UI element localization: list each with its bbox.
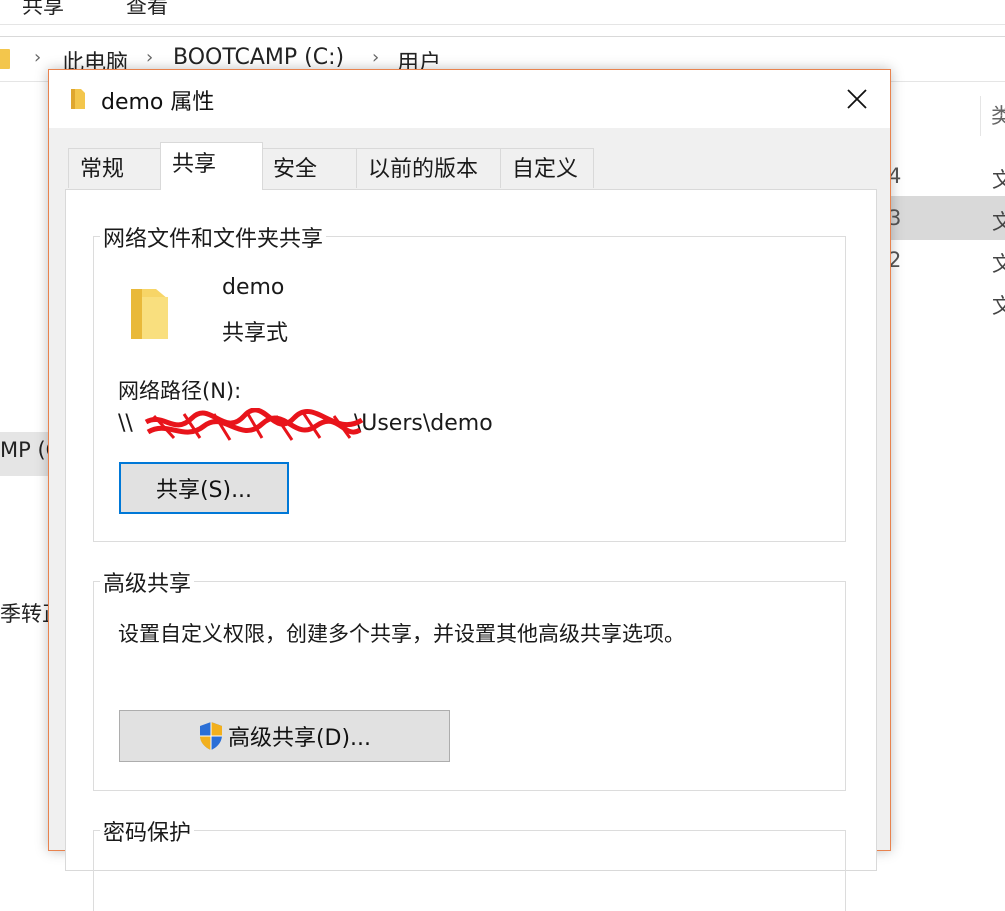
network-path-prefix: \\ [118, 411, 133, 436]
folder-icon [131, 289, 168, 339]
dialog-titlebar[interactable]: demo 属性 [49, 70, 890, 128]
folder-icon [71, 89, 85, 109]
column-header-label: 类 [991, 104, 1005, 128]
file-type-cell: 文 [992, 168, 1005, 192]
advanced-sharing-button-label: 高级共享(D)... [227, 726, 372, 751]
advanced-sharing-legend: 高级共享 [100, 566, 195, 598]
file-type-cell: 文 [992, 252, 1005, 276]
redaction-scribble [144, 408, 364, 441]
network-sharing-legend: 网络文件和文件夹共享 [100, 221, 327, 253]
file-type-cell: 文 [992, 294, 1005, 318]
chevron-right-icon[interactable]: › [372, 47, 379, 68]
chevron-right-icon[interactable]: › [146, 47, 153, 68]
close-icon [847, 89, 867, 109]
close-button[interactable] [824, 70, 890, 128]
tab-security[interactable]: 安全 [261, 148, 357, 188]
network-path-suffix: \Users\demo [353, 411, 493, 436]
tab-sharing[interactable]: 共享 [160, 142, 263, 190]
network-path-label: 网络路径(N): [118, 379, 242, 403]
chevron-right-icon[interactable]: › [34, 47, 41, 68]
advanced-sharing-description: 设置自定义权限，创建多个共享，并设置其他高级共享选项。 [118, 622, 685, 646]
folder-icon [0, 49, 10, 69]
file-type-cell: 文 [992, 210, 1005, 234]
tab-customize[interactable]: 自定义 [500, 148, 594, 188]
column-header-type[interactable]: 类 [980, 96, 1005, 136]
uac-shield-icon [199, 722, 222, 750]
ribbon-tabs: 共享 查看 [0, 0, 1005, 25]
ribbon-tab-view[interactable]: 查看 [126, 0, 168, 20]
tab-previous-versions[interactable]: 以前的版本 [356, 148, 501, 188]
sharing-tab-panel: 网络文件和文件夹共享 demo 共享式 网络路径(N): \\ \Users\de… [65, 189, 877, 911]
properties-dialog: demo 属性 常规 共享 安全 以前的版本 自定义 网络文件和文件夹共享 de… [48, 69, 891, 911]
share-button[interactable]: 共享(S)... [119, 462, 289, 514]
password-protection-group: 密码保护 [93, 815, 846, 911]
network-sharing-group: 网络文件和文件夹共享 demo 共享式 网络路径(N): \\ \Users\de… [93, 221, 846, 542]
advanced-sharing-button[interactable]: 高级共享(D)... [119, 710, 450, 762]
file-list-selected-row[interactable] [888, 196, 1005, 240]
password-protection-legend: 密码保护 [100, 815, 195, 847]
dialog-title: demo 属性 [101, 90, 215, 115]
ribbon-tab-share[interactable]: 共享 [22, 0, 64, 20]
breadcrumb-bootcamp[interactable]: BOOTCAMP (C:) [173, 45, 344, 70]
share-status: 共享式 [222, 321, 289, 346]
advanced-sharing-group: 高级共享 设置自定义权限，创建多个共享，并设置其他高级共享选项。 高级共享(D)… [93, 566, 846, 791]
tab-general[interactable]: 常规 [68, 148, 161, 188]
folder-name: demo [222, 275, 285, 300]
